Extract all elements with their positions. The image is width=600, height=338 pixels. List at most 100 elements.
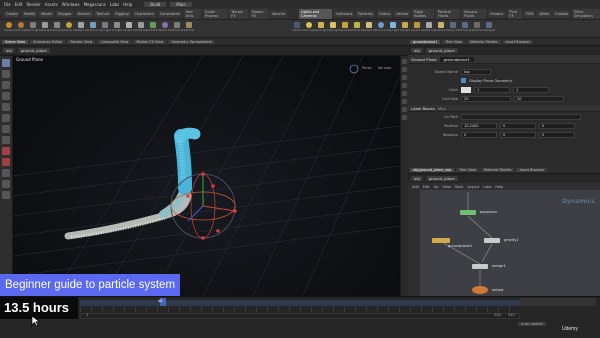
shelf-tab-volume[interactable]: Volume <box>269 10 287 17</box>
shelf-tab-texture[interactable]: Texture <box>94 10 112 17</box>
param-field[interactable]: 10.2400 <box>461 122 497 129</box>
shelf-tool[interactable]: Environment Light <box>375 21 387 36</box>
shelf-tab-polygon[interactable]: Polygon <box>55 10 74 17</box>
snap-icon[interactable] <box>2 136 10 144</box>
display-icon[interactable] <box>402 83 407 88</box>
shelf-tab-fem[interactable]: FEM <box>524 10 536 17</box>
param-field[interactable]: 0 <box>500 131 536 138</box>
shelf-tool[interactable]: Geometry Light <box>339 21 351 36</box>
param-field[interactable]: 0 <box>539 131 575 138</box>
param-path-obj[interactable]: obj <box>411 48 423 53</box>
shelf-tool[interactable]: VR Camera <box>171 21 183 36</box>
node-name[interactable]: groundplane1 <box>439 56 474 62</box>
shelf-tab-model[interactable]: Model <box>39 10 54 17</box>
tab-node-params[interactable]: groundplane1 <box>410 39 441 44</box>
node-output[interactable] <box>472 286 488 294</box>
shelf-tool[interactable]: GI Light <box>112 21 122 36</box>
param-field[interactable]: 1 <box>474 86 510 93</box>
network-path-node[interactable]: ground_plane <box>425 176 458 181</box>
shelf-tab-fluids[interactable]: Particle Fluids <box>436 8 461 19</box>
shelf-tab-deform[interactable]: Deform <box>75 10 93 17</box>
network-menu-edit[interactable]: Edit <box>423 185 430 189</box>
shelf-tab-particles[interactable]: Particles <box>356 10 376 17</box>
shelf-tab-viscous[interactable]: Viscous Fluids <box>462 8 487 19</box>
network-menu-help[interactable]: Help <box>495 185 503 189</box>
node-merge[interactable] <box>472 264 488 269</box>
range-end-2[interactable]: 240 <box>508 313 515 317</box>
display-icon[interactable] <box>402 91 407 96</box>
menu-file[interactable]: File <box>4 2 11 7</box>
display-icon[interactable] <box>402 115 407 120</box>
shelf-tool[interactable]: Volume Light <box>63 21 75 36</box>
tab-tree-view[interactable]: Tree View <box>442 39 466 44</box>
param-field[interactable]: top <box>461 68 491 75</box>
display-icon[interactable] <box>402 67 407 72</box>
shelf-tool[interactable]: Distant Light <box>363 21 375 36</box>
path-node[interactable]: ground_plane <box>17 48 50 53</box>
shelf-tool[interactable]: Caustic Light <box>411 21 423 36</box>
shelf-tab-grains[interactable]: Grains <box>377 10 393 17</box>
tab-asset-browser[interactable]: Asset Browser <box>516 167 548 172</box>
path-obj[interactable]: obj <box>3 48 15 53</box>
node-groundplane[interactable] <box>432 238 450 243</box>
network-path-obj[interactable]: obj <box>411 176 423 181</box>
range-start[interactable]: 1 <box>86 313 88 317</box>
shelf-tool[interactable]: Area Light <box>39 21 51 36</box>
display-icon[interactable] <box>402 59 407 64</box>
checkbox[interactable] <box>461 78 466 83</box>
shelf-tab-guide[interactable]: Guide Process <box>202 8 228 19</box>
desktop-selector[interactable]: Build <box>144 1 167 7</box>
param-field[interactable]: 20 <box>514 95 564 102</box>
shelf-tool[interactable]: VR Camera <box>459 21 471 36</box>
shelf-tool[interactable]: Spot Light <box>27 21 39 36</box>
shelf-tab-vellum[interactable]: Vellum <box>394 10 411 17</box>
tab-geometry-spreadsheet[interactable]: Geometry Spreadsheet <box>168 39 215 44</box>
magnet-icon[interactable] <box>2 147 10 155</box>
tab-material-palette[interactable]: Material Palette <box>481 167 515 172</box>
shelf-tool[interactable]: Distant Light <box>75 21 87 36</box>
color-swatch[interactable] <box>461 86 471 93</box>
network-menu-tools[interactable]: Tools <box>455 185 464 189</box>
tab-scene-view[interactable]: Scene View <box>2 39 29 44</box>
shelf-tab-crowds[interactable]: Crowds <box>553 10 571 17</box>
shelf-tab-simple[interactable]: Simple FX <box>249 8 268 19</box>
scene-viewport[interactable] <box>13 56 400 296</box>
param-field[interactable]: 20 <box>461 95 511 102</box>
camera-icon[interactable] <box>2 180 10 188</box>
shelf-tab-oceans[interactable]: Oceans <box>488 10 506 17</box>
tab-network[interactable]: obj/ground_plane_sop <box>410 167 455 172</box>
light-icon[interactable] <box>2 169 10 177</box>
view-label[interactable]: Persp <box>362 66 372 70</box>
shelf-tool[interactable]: Switcher <box>184 21 194 36</box>
playback-controls[interactable] <box>520 298 596 306</box>
network-menu-go[interactable]: Go <box>434 185 439 189</box>
shelf-tab-modify[interactable]: Modify <box>21 10 38 17</box>
shelf-tool[interactable]: Switcher <box>472 21 482 36</box>
range-end[interactable]: 240 <box>494 313 501 317</box>
shelf-tab-lights[interactable]: Lights and Cameras <box>299 8 332 19</box>
shelf-tool[interactable]: Ambient Light <box>435 21 447 36</box>
shelf-tab-pyro[interactable]: Pyro FX <box>507 8 523 19</box>
shelf-tool[interactable]: Volume Light <box>351 21 363 36</box>
shelf-tool[interactable]: Camera <box>292 21 302 36</box>
attract-icon[interactable] <box>2 158 10 166</box>
menu-edit[interactable]: Edit <box>15 2 23 7</box>
shelf-tool[interactable]: GI Light <box>400 21 410 36</box>
shelf-tool[interactable]: Environment Light <box>87 21 99 36</box>
tab-material-palette[interactable]: Material Palette <box>467 39 501 44</box>
shelf-tool[interactable]: Point Light <box>303 21 315 36</box>
shelf-tab-collisions[interactable]: Collisions <box>333 10 355 17</box>
menu-render[interactable]: Render <box>26 2 40 7</box>
network-menu-labs[interactable]: Labs <box>483 185 491 189</box>
shelf-tab-characters[interactable]: Characters <box>132 10 156 17</box>
network-menu-view[interactable]: View <box>442 185 450 189</box>
shelf-tab-drive[interactable]: Drive Simulation <box>572 8 600 19</box>
range-slider[interactable] <box>80 313 520 319</box>
tab-motion-fx[interactable]: Motion FX View <box>133 39 167 44</box>
scale-icon[interactable] <box>2 92 10 100</box>
shelf-tool[interactable]: Geometry Light <box>51 21 63 36</box>
shelf-tab-constraints[interactable]: Constraints <box>157 10 182 17</box>
shelf-tool[interactable]: Gamepad Camera <box>483 21 495 36</box>
param-field[interactable]: 0 <box>539 122 575 129</box>
shelf-tab-create[interactable]: Create <box>4 10 20 17</box>
